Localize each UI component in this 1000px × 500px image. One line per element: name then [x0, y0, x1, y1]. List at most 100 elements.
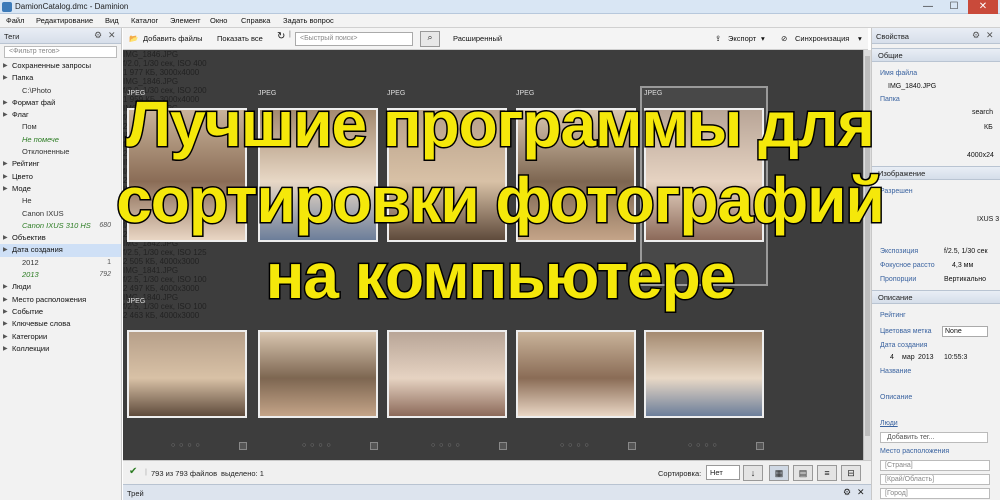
people-label[interactable]: Люди — [880, 420, 898, 427]
created-label: Дата создания — [880, 342, 928, 349]
large-grid-view-icon[interactable]: ▤ — [793, 465, 813, 481]
properties-header: Свойства ⚙ ✕ — [872, 28, 1000, 44]
rating-dots[interactable]: ○ ○ ○ ○ — [431, 442, 461, 449]
gear-icon[interactable]: ⚙ — [843, 487, 851, 498]
created-time[interactable]: 10:55:3 — [944, 354, 967, 361]
created-day[interactable]: 4 — [890, 354, 894, 361]
toolbar: 📂 Добавить файлы Показать все ↻ | <Быстр… — [123, 28, 868, 50]
grid-view-icon[interactable]: ▦ — [769, 465, 789, 481]
search-icon[interactable]: ⌕ — [420, 31, 440, 47]
tag-tree-item[interactable]: ▶ Сохраненные запросы — [0, 60, 121, 72]
tag-filter-input[interactable]: <Фильтр тегов> — [4, 46, 117, 58]
window-title: DamionCatalog.dmc - Daminion — [15, 2, 129, 11]
headline-line-2: сортировки фотографий — [115, 164, 887, 236]
select-checkbox[interactable] — [628, 442, 636, 450]
general-section-title: Общие — [878, 51, 903, 60]
menu-view[interactable]: Вид — [105, 16, 119, 25]
thumbnail[interactable] — [258, 330, 378, 418]
add-files-button[interactable]: Добавить файлы — [143, 34, 203, 43]
tag-tree-item[interactable]: ▶ Коллекции — [0, 343, 121, 355]
menu-item[interactable]: Элемент — [170, 16, 201, 25]
menu-bar: Файл Редактирование Вид Каталог Элемент … — [0, 14, 1000, 28]
photo-image — [646, 332, 762, 416]
rating-dots[interactable]: ○ ○ ○ ○ — [560, 442, 590, 449]
thumbnail-name: IMG_1846.JPG — [123, 77, 179, 86]
country-select[interactable]: [Страна] — [880, 460, 990, 471]
rating-dots[interactable]: ○ ○ ○ ○ — [302, 442, 332, 449]
expand-arrow-icon[interactable]: ▶ — [3, 318, 8, 330]
add-files-icon[interactable]: 📂 — [129, 34, 138, 43]
tag-tree-item[interactable]: ▶ Категории — [0, 331, 121, 343]
close-icon[interactable]: ✕ — [857, 487, 865, 498]
menu-help[interactable]: Справка — [241, 16, 270, 25]
general-section[interactable]: Общие — [872, 48, 1000, 62]
gear-icon[interactable]: ⚙ — [972, 30, 980, 41]
thumbnail[interactable] — [516, 330, 636, 418]
created-year[interactable]: 2013 — [918, 354, 934, 361]
quick-search-input[interactable]: <Быстрый поиск> — [295, 32, 413, 46]
expand-arrow-icon[interactable]: ▶ — [3, 60, 8, 72]
tag-tree-item[interactable]: ▶ Папка — [0, 72, 121, 84]
close-icon[interactable]: ✕ — [986, 30, 994, 41]
thumbnail[interactable] — [387, 330, 507, 418]
add-tag-input[interactable]: Добавить тег... — [880, 432, 988, 443]
rating-dots[interactable]: ○ ○ ○ ○ — [171, 442, 201, 449]
properties-title: Свойства — [876, 32, 909, 41]
region-select[interactable]: [Край/Область] — [880, 474, 990, 485]
sort-select[interactable]: Нет — [706, 465, 740, 480]
color-label-select[interactable]: None — [942, 326, 988, 337]
menu-catalog[interactable]: Каталог — [131, 16, 158, 25]
list-view-icon[interactable]: ≡ — [817, 465, 837, 481]
advanced-search-button[interactable]: Расширенный — [453, 34, 502, 43]
selected-count: выделено: 1 — [221, 469, 264, 478]
tags-panel-header: Теги ⚙ ✕ — [0, 28, 121, 44]
details-view-icon[interactable]: ⊟ — [841, 465, 861, 481]
minimize-button[interactable]: — — [916, 0, 940, 14]
sort-direction-icon[interactable]: ↓ — [743, 465, 763, 481]
thumbnail[interactable] — [127, 330, 247, 418]
photo-image — [260, 332, 376, 416]
maximize-button[interactable]: ☐ — [942, 0, 966, 14]
select-checkbox[interactable] — [239, 442, 247, 450]
sync-button[interactable]: Синхронизация — [795, 34, 849, 43]
title-label: Название — [880, 368, 912, 375]
gear-icon[interactable]: ⚙ — [94, 30, 102, 41]
thumbnail[interactable] — [644, 330, 764, 418]
chevron-down-icon[interactable]: ▾ — [761, 34, 765, 43]
expand-arrow-icon[interactable]: ▶ — [3, 72, 8, 84]
headline-line-3: на компьютере — [264, 240, 736, 312]
created-month[interactable]: мар — [902, 354, 915, 361]
status-bar: ✔ | 793 из 793 файлов выделено: 1 Сортир… — [123, 460, 871, 484]
app-icon — [2, 2, 12, 12]
export-button[interactable]: Экспорт — [728, 34, 756, 43]
rating-dots[interactable]: ○ ○ ○ ○ — [688, 442, 718, 449]
city-select[interactable]: [Город] — [880, 488, 990, 499]
tray-label: Трей — [127, 489, 144, 498]
expand-arrow-icon[interactable]: ▶ — [3, 343, 8, 355]
rating-label: Рейтинг — [880, 312, 906, 319]
close-button[interactable]: ✕ — [968, 0, 998, 14]
tags-panel-title: Теги — [4, 32, 20, 41]
menu-ask-question[interactable]: Задать вопрос — [283, 16, 334, 25]
tag-tree-item-label: Коллекции — [12, 343, 50, 353]
menu-edit[interactable]: Редактирование — [36, 16, 93, 25]
chevron-down-icon[interactable]: ▾ — [858, 34, 862, 43]
refresh-icon[interactable]: ↻ — [277, 31, 285, 42]
menu-window[interactable]: Окно — [210, 16, 227, 25]
select-checkbox[interactable] — [499, 442, 507, 450]
check-icon: ✔ — [129, 466, 138, 477]
file-count: 793 из 793 файлов — [151, 469, 218, 478]
expand-arrow-icon[interactable]: ▶ — [3, 331, 8, 343]
select-checkbox[interactable] — [370, 442, 378, 450]
tag-tree-item[interactable]: ▶ Ключевые слова — [0, 318, 121, 330]
close-icon[interactable]: ✕ — [108, 30, 116, 41]
menu-file[interactable]: Файл — [6, 16, 24, 25]
thumbnail-exif: f/2.0, 1/30 сек, ISO 400 — [123, 59, 207, 68]
show-all-button[interactable]: Показать все — [217, 34, 263, 43]
tag-tree-item-label: Ключевые слова — [12, 319, 71, 329]
select-checkbox[interactable] — [756, 442, 764, 450]
sync-icon: ⊘ — [781, 34, 788, 43]
tag-tree-item-label: Сохраненные запросы — [12, 61, 91, 70]
location-label: Место расположения — [880, 448, 950, 455]
tag-tree-item-label: Событие — [12, 306, 44, 316]
